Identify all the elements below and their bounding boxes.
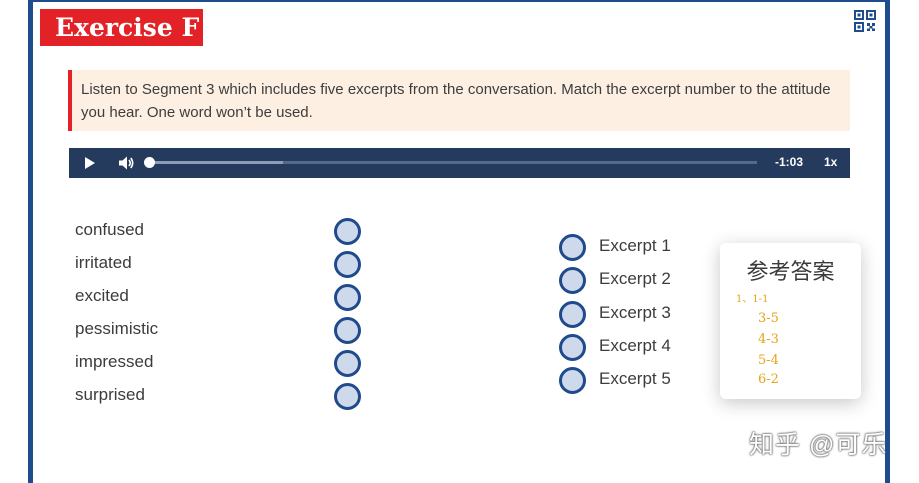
answer-line: 5-4 (758, 353, 779, 368)
answer-line: 6-2 (758, 372, 779, 387)
attitude-radio[interactable] (334, 284, 361, 311)
attitude-word: confused (75, 220, 144, 239)
audio-player: -1:03 1x (69, 148, 850, 178)
qr-code-icon[interactable] (854, 10, 876, 32)
excerpt-radio[interactable] (559, 333, 586, 361)
watermark: 知乎 @可乐 (749, 431, 888, 459)
progress-handle[interactable] (144, 157, 155, 168)
excerpt-label: Excerpt 3 (599, 302, 671, 322)
answer-line: 3-5 (758, 311, 779, 326)
attitude-radio[interactable] (334, 251, 361, 278)
time-remaining: -1:03 (775, 155, 804, 169)
instruction-text: Listen to Segment 3 which includes five … (81, 81, 831, 121)
attitude-word: pessimistic (75, 319, 159, 338)
attitude-radio[interactable] (334, 350, 361, 377)
attitude-radio[interactable] (334, 218, 361, 245)
play-icon[interactable] (83, 156, 97, 170)
excerpt-label: Excerpt 2 (599, 269, 671, 289)
answer-line: 4-3 (758, 332, 779, 347)
playback-speed-button[interactable]: 1x (824, 155, 837, 169)
exercise-title: Exercise F (40, 9, 203, 46)
attitude-word: surprised (75, 385, 145, 404)
excerpt-radio[interactable] (559, 234, 586, 261)
attitude-radio[interactable] (334, 383, 361, 410)
volume-icon[interactable] (117, 154, 135, 172)
attitude-word: irritated (75, 253, 132, 272)
excerpt-radio[interactable] (559, 367, 586, 394)
attitude-word: excited (75, 286, 129, 305)
excerpt-label: Excerpt 4 (599, 335, 671, 355)
attitude-radio[interactable] (334, 317, 361, 344)
answer-card: 参考答案 1、1-1 3-5 4-3 5-4 6-2 (720, 243, 861, 399)
progress-bar[interactable] (144, 157, 757, 168)
answer-line: 1、1-1 (736, 294, 769, 305)
attitude-word: impressed (75, 352, 154, 371)
answer-card-title: 参考答案 (746, 259, 835, 284)
excerpt-label: Excerpt 1 (599, 236, 671, 255)
excerpt-label: Excerpt 5 (599, 369, 671, 388)
progress-buffered (149, 161, 283, 164)
instruction-box: Listen to Segment 3 which includes five … (68, 70, 850, 131)
excerpt-radio[interactable] (559, 300, 586, 328)
